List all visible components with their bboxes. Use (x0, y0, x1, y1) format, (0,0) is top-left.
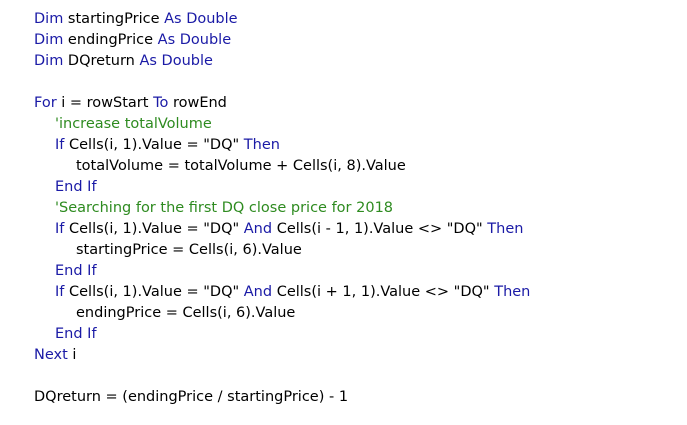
code-keyword: End If (55, 263, 97, 279)
code-line[interactable]: Dim startingPrice As Double (34, 9, 674, 30)
code-comment: 'increase totalVolume (55, 116, 212, 132)
code-keyword: As Double (164, 11, 238, 27)
code-line[interactable]: If Cells(i, 1).Value = "DQ" Then (34, 135, 674, 156)
code-keyword: And (243, 284, 273, 300)
code-line[interactable]: startingPrice = Cells(i, 6).Value (34, 240, 674, 261)
code-keyword: And (243, 221, 273, 237)
code-comment: 'Searching for the first DQ close price … (55, 200, 394, 216)
code-keyword: If (55, 137, 65, 153)
code-line[interactable]: For i = rowStart To rowEnd (34, 93, 674, 114)
code-text: rowEnd (168, 95, 227, 111)
code-line[interactable]: DQreturn = (endingPrice / startingPrice)… (34, 387, 674, 408)
code-keyword: Dim (34, 53, 64, 69)
code-line[interactable]: If Cells(i, 1).Value = "DQ" And Cells(i … (34, 282, 674, 303)
code-text: endingPrice = Cells(i, 6).Value (76, 305, 296, 321)
code-keyword: Then (243, 137, 280, 153)
code-line[interactable]: Dim DQreturn As Double (34, 51, 674, 72)
code-text: i = rowStart (56, 95, 154, 111)
code-text: startingPrice = Cells(i, 6).Value (76, 242, 302, 258)
code-keyword: To (153, 95, 169, 111)
code-line[interactable] (34, 366, 674, 387)
code-text: Cells(i - 1, 1).Value <> "DQ" (272, 221, 488, 237)
code-keyword: For (34, 95, 57, 111)
code-keyword: As Double (139, 53, 213, 69)
code-text: Cells(i + 1, 1).Value <> "DQ" (272, 284, 495, 300)
code-keyword: If (55, 221, 65, 237)
code-text: Cells(i, 1).Value = "DQ" (64, 221, 244, 237)
code-text: Cells(i, 1).Value = "DQ" (64, 137, 244, 153)
code-line[interactable] (34, 72, 674, 93)
code-line[interactable]: End If (34, 324, 674, 345)
code-keyword: Next (34, 347, 68, 363)
code-keyword: If (55, 284, 65, 300)
code-text: startingPrice (63, 11, 165, 27)
code-text: DQreturn = (endingPrice / startingPrice)… (34, 389, 349, 405)
code-text: i (67, 347, 77, 363)
code-keyword: End If (55, 326, 97, 342)
code-text: endingPrice (63, 32, 158, 48)
code-line[interactable]: totalVolume = totalVolume + Cells(i, 8).… (34, 156, 674, 177)
code-keyword: Then (494, 284, 531, 300)
code-keyword: Dim (34, 11, 64, 27)
code-keyword: Then (487, 221, 524, 237)
code-line[interactable]: endingPrice = Cells(i, 6).Value (34, 303, 674, 324)
code-line[interactable]: End If (34, 177, 674, 198)
code-keyword: As Double (157, 32, 232, 48)
code-keyword: End If (55, 179, 97, 195)
code-text: DQreturn (63, 53, 140, 69)
code-line[interactable]: Next i (34, 345, 674, 366)
code-keyword: Dim (34, 32, 64, 48)
code-text: totalVolume = totalVolume + Cells(i, 8).… (76, 158, 406, 174)
code-text: Cells(i, 1).Value = "DQ" (64, 284, 244, 300)
code-line[interactable]: Dim endingPrice As Double (34, 30, 674, 51)
code-line[interactable]: If Cells(i, 1).Value = "DQ" And Cells(i … (34, 219, 674, 240)
code-line[interactable]: 'Searching for the first DQ close price … (34, 198, 674, 219)
code-line[interactable]: End If (34, 261, 674, 282)
code-line[interactable]: 'increase totalVolume (34, 114, 674, 135)
code-editor[interactable]: Dim startingPrice As Double Dim endingPri… (34, 9, 674, 408)
